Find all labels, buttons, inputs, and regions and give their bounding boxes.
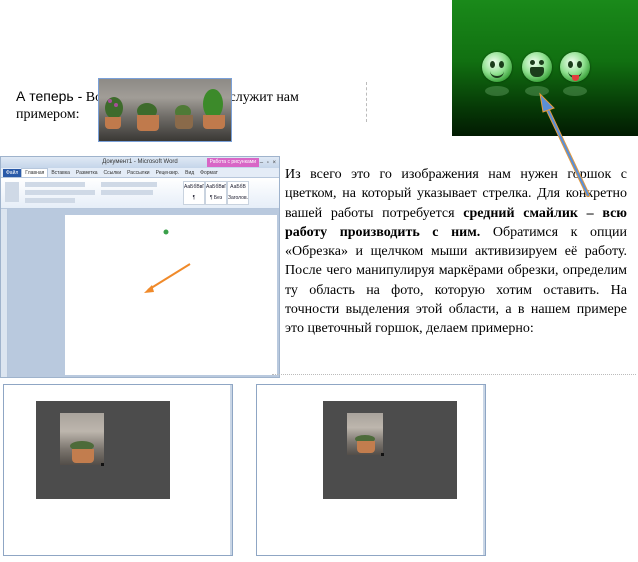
- divider: [272, 374, 636, 375]
- format-controls[interactable]: [25, 190, 95, 195]
- crop-step-screenshot-1: [3, 384, 233, 556]
- style-nospacing[interactable]: АаБбВвГ¶ Без инте...: [205, 181, 227, 205]
- tab-layout[interactable]: Разметка: [73, 169, 101, 177]
- tab-references[interactable]: Ссылки: [101, 169, 125, 177]
- smiley-image: [452, 0, 638, 136]
- paste-icon[interactable]: [5, 182, 19, 202]
- context-tab: Работа с рисунками: [206, 158, 259, 167]
- font-controls[interactable]: [25, 182, 85, 187]
- crop-region[interactable]: [60, 413, 104, 465]
- document-page: [65, 215, 277, 375]
- crop-step-screenshot-2: [256, 384, 486, 556]
- crop-region[interactable]: [347, 413, 383, 455]
- smiley-icon: [560, 52, 590, 96]
- window-controls-icon: – ▫ ×: [259, 160, 277, 166]
- word-window-screenshot: Документ1 - Microsoft Word Работа с рису…: [0, 156, 280, 378]
- vertical-ruler: [1, 209, 8, 377]
- style-normal[interactable]: АаБбВвГ¶ Обычный: [183, 181, 205, 205]
- tab-insert[interactable]: Вставка: [48, 169, 73, 177]
- smiley-icon: [522, 52, 552, 96]
- tab-file[interactable]: Файл: [3, 169, 22, 177]
- style-heading[interactable]: АаБбВ Заголов...: [227, 181, 249, 205]
- cropped-out-area: [323, 401, 457, 499]
- tab-review[interactable]: Рецензир.: [153, 169, 183, 177]
- align-controls[interactable]: [101, 190, 153, 195]
- ribbon: АаБбВвГ¶ Обычный АаБбВвГ¶ Без инте... Аа…: [1, 178, 279, 209]
- ribbon-tabs: Файл Главная Вставка Разметка Ссылки Рассылки…: [1, 168, 279, 178]
- title-bar: Документ1 - Microsoft Word Работа с рису…: [1, 157, 279, 168]
- inserted-photo[interactable]: [98, 78, 232, 142]
- crop-handle[interactable]: [381, 453, 384, 456]
- tab-format[interactable]: Формат: [197, 169, 221, 177]
- tab-mailings[interactable]: Рассылки: [124, 169, 152, 177]
- intro-lead: А теперь -: [16, 88, 83, 104]
- window-title: Документ1 - Microsoft Word: [102, 159, 178, 165]
- body-part-2: Обратимся к опции «Обрезка» и щелчком мы…: [285, 224, 628, 337]
- divider: [366, 82, 367, 122]
- list-controls[interactable]: [101, 182, 157, 187]
- tab-view[interactable]: Вид: [182, 169, 197, 177]
- tab-home[interactable]: Главная: [21, 168, 49, 177]
- smiley-icon: [482, 52, 512, 96]
- body-paragraph: Из всего это го изображения нам нужен го…: [285, 165, 627, 339]
- color-controls[interactable]: [25, 198, 75, 203]
- crop-handle[interactable]: [101, 463, 104, 466]
